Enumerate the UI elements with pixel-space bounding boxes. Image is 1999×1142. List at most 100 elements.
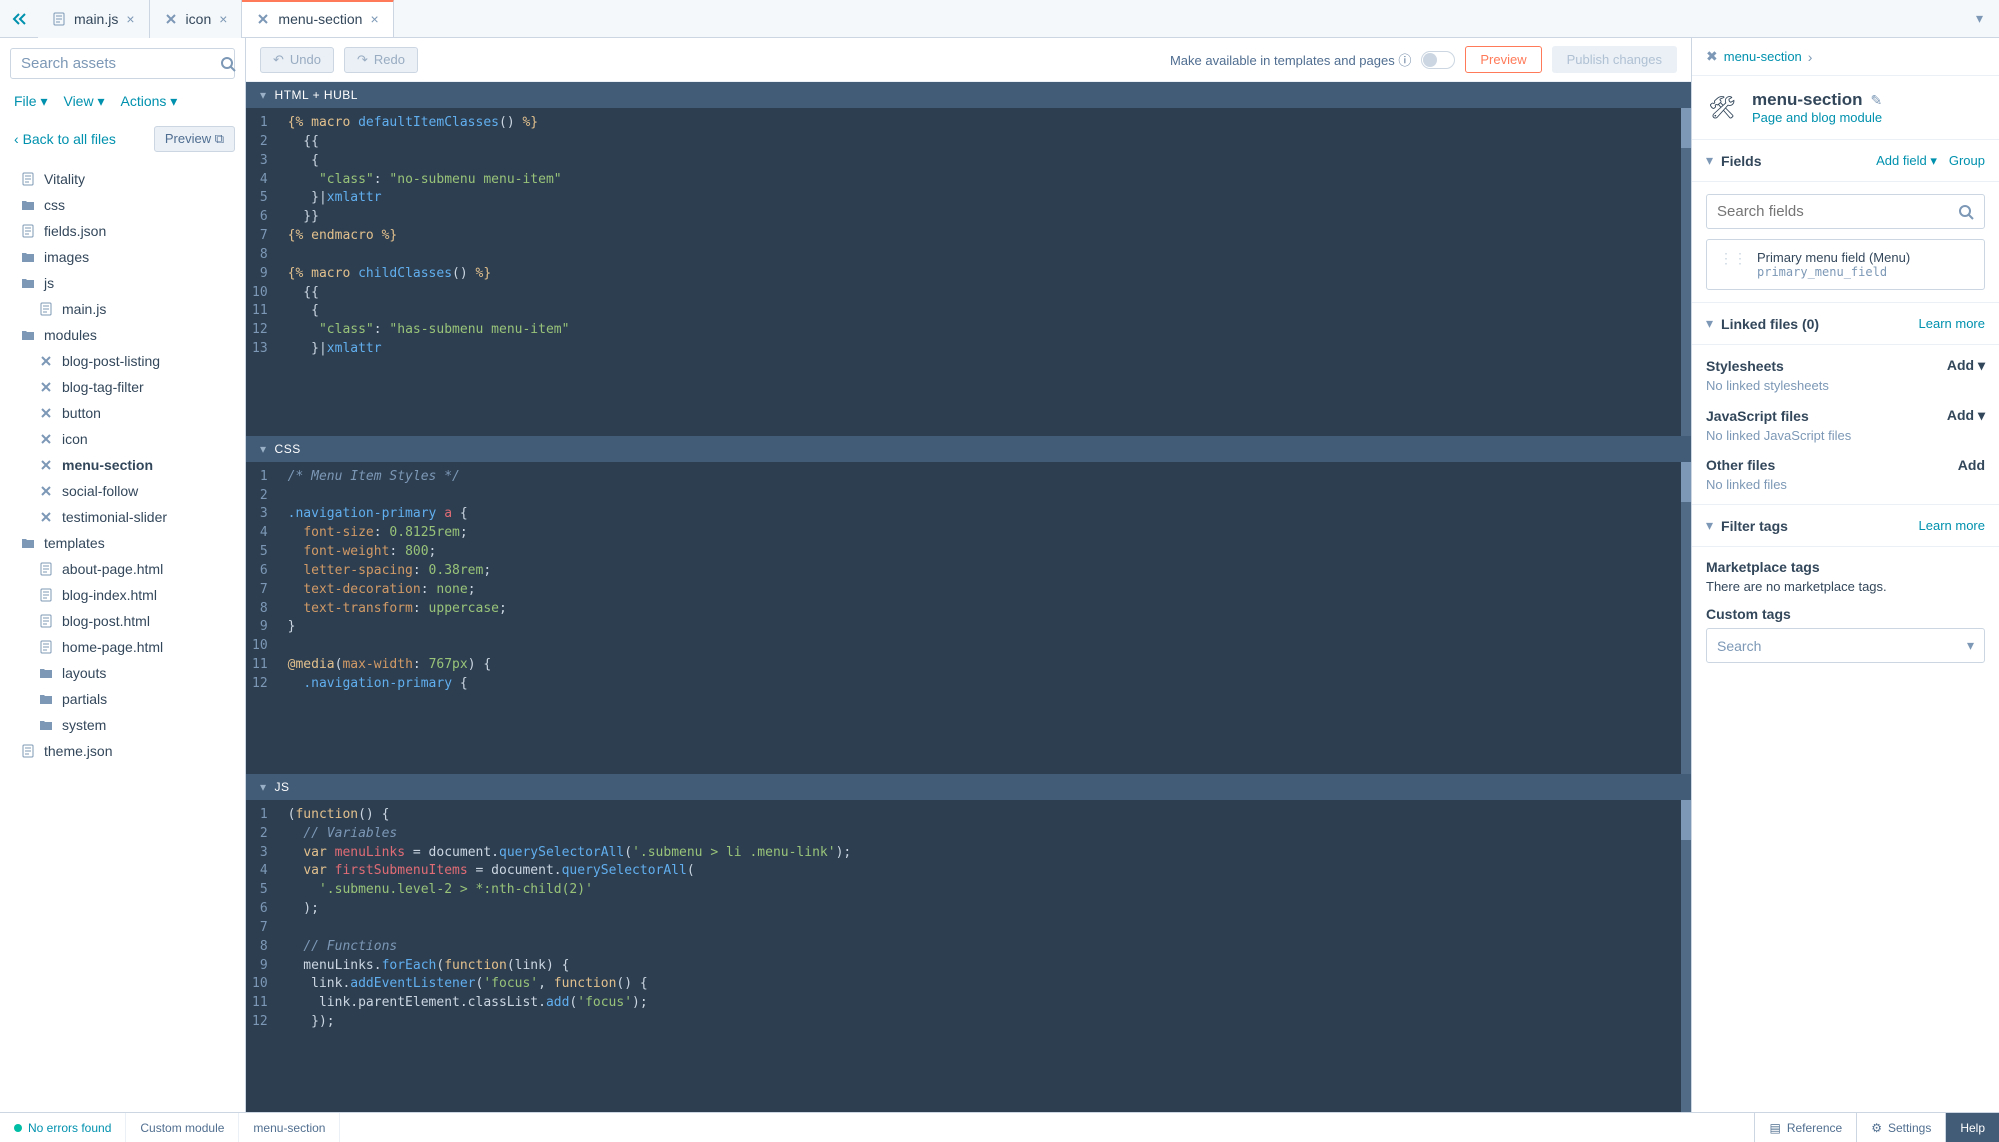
learn-more-link[interactable]: Learn more xyxy=(1919,518,1985,533)
tree-item-blog-post-html[interactable]: blog-post.html xyxy=(0,608,245,634)
module-subtitle-link[interactable]: Page and blog module xyxy=(1752,110,1985,125)
drag-handle-icon[interactable]: ⋮⋮ xyxy=(1719,250,1747,267)
file-menu[interactable]: File ▾ xyxy=(14,93,47,110)
editor-toolbar: ↶ Undo ↷ Redo Make available in template… xyxy=(246,38,1691,82)
module-icon: ✖ xyxy=(1706,48,1718,65)
tab-label: main.js xyxy=(74,11,118,27)
page-icon xyxy=(38,588,54,602)
tree-item-images[interactable]: images xyxy=(0,244,245,270)
learn-more-link[interactable]: Learn more xyxy=(1919,316,1985,331)
scrollbar[interactable] xyxy=(1681,462,1691,774)
tree-item-templates[interactable]: templates xyxy=(0,530,245,556)
chevron-down-icon: ▾ xyxy=(1706,517,1713,534)
scrollbar[interactable] xyxy=(1681,800,1691,1112)
css-pane-header[interactable]: ▾CSS xyxy=(246,436,1691,462)
add-other[interactable]: Add xyxy=(1958,457,1985,473)
tree-item-blog-index-html[interactable]: blog-index.html xyxy=(0,582,245,608)
tree-item-blog-post-listing[interactable]: blog-post-listing xyxy=(0,348,245,374)
tree-item-layouts[interactable]: layouts xyxy=(0,660,245,686)
breadcrumb-item[interactable]: menu-section xyxy=(1724,49,1802,64)
tree-item-label: main.js xyxy=(62,301,106,317)
tabs-more-button[interactable]: ▾ xyxy=(1960,10,1999,27)
tree-item-label: layouts xyxy=(62,665,106,681)
undo-button[interactable]: ↶ Undo xyxy=(260,47,334,73)
tree-item-about-page-html[interactable]: about-page.html xyxy=(0,556,245,582)
tab-icon[interactable]: icon × xyxy=(150,0,243,38)
page-icon xyxy=(20,744,36,758)
page-icon xyxy=(52,12,66,26)
tree-item-social-follow[interactable]: social-follow xyxy=(0,478,245,504)
tree-item-label: button xyxy=(62,405,101,421)
tree-item-Vitality[interactable]: Vitality xyxy=(0,166,245,192)
tree-item-js[interactable]: js xyxy=(0,270,245,296)
search-fields-input[interactable] xyxy=(1706,194,1985,229)
tree-item-modules[interactable]: modules xyxy=(0,322,245,348)
add-js[interactable]: Add ▾ xyxy=(1947,407,1985,424)
field-card[interactable]: ⋮⋮ Primary menu field (Menu) primary_men… xyxy=(1706,239,1985,290)
html-code-editor[interactable]: 12345678910111213 {% macro defaultItemCl… xyxy=(246,108,1691,436)
js-code-editor[interactable]: 123456789101112 (function() { // Variabl… xyxy=(246,800,1691,1112)
chevron-down-icon: ▾ xyxy=(1706,152,1713,169)
js-pane-header[interactable]: ▾JS xyxy=(246,774,1691,800)
tree-item-icon[interactable]: icon xyxy=(0,426,245,452)
module-title: menu-section xyxy=(1752,90,1863,110)
css-code-editor[interactable]: 123456789101112 /* Menu Item Styles */ .… xyxy=(246,462,1691,774)
tree-item-blog-tag-filter[interactable]: blog-tag-filter xyxy=(0,374,245,400)
settings-button[interactable]: ⚙ Settings xyxy=(1856,1113,1945,1142)
stylesheets-label: Stylesheets xyxy=(1706,358,1784,374)
html-pane-header[interactable]: ▾HTML + HUBL xyxy=(246,82,1691,108)
collapse-sidebar-button[interactable] xyxy=(0,11,38,27)
close-icon[interactable]: × xyxy=(126,11,134,27)
actions-menu[interactable]: Actions ▾ xyxy=(121,93,178,110)
reference-button[interactable]: ▤ Reference xyxy=(1754,1113,1856,1142)
tree-item-label: blog-tag-filter xyxy=(62,379,144,395)
custom-tags-search[interactable]: Search ▾ xyxy=(1706,628,1985,663)
redo-button[interactable]: ↷ Redo xyxy=(344,47,418,73)
module-name-status: menu-section xyxy=(239,1113,340,1142)
tree-item-fields-json[interactable]: fields.json xyxy=(0,218,245,244)
tab-menu-section[interactable]: menu-section× xyxy=(242,0,393,37)
tree-item-label: css xyxy=(44,197,65,213)
tree-item-testimonial-slider[interactable]: testimonial-slider xyxy=(0,504,245,530)
marketplace-tags-label: Marketplace tags xyxy=(1706,559,1985,575)
folder-icon xyxy=(20,328,36,342)
tree-item-label: js xyxy=(44,275,54,291)
module-icon xyxy=(38,458,54,472)
chevron-down-icon: ▾ xyxy=(260,780,267,794)
available-toggle[interactable] xyxy=(1421,51,1455,69)
search-assets-input[interactable] xyxy=(10,48,235,79)
tab-label: icon xyxy=(186,11,212,27)
errors-status[interactable]: No errors found xyxy=(0,1113,126,1142)
tree-item-partials[interactable]: partials xyxy=(0,686,245,712)
tree-item-theme-json[interactable]: theme.json xyxy=(0,738,245,764)
close-icon[interactable]: × xyxy=(370,11,378,27)
sidebar-preview-button[interactable]: Preview ⧉ xyxy=(154,126,235,152)
tab-main-js[interactable]: main.js × xyxy=(38,0,150,38)
help-button[interactable]: Help xyxy=(1945,1113,1999,1142)
tree-item-menu-section[interactable]: menu-section xyxy=(0,452,245,478)
page-icon xyxy=(20,172,36,186)
tree-item-main-js[interactable]: main.js xyxy=(0,296,245,322)
add-field-button[interactable]: Add field ▾ xyxy=(1876,153,1937,169)
search-icon xyxy=(220,56,236,72)
tabs-bar: main.js×icon×menu-section× ▾ xyxy=(0,0,1999,38)
tree-item-label: blog-post-listing xyxy=(62,353,160,369)
tree-item-button[interactable]: button xyxy=(0,400,245,426)
module-icon xyxy=(38,406,54,420)
preview-button[interactable]: Preview xyxy=(1465,46,1541,73)
editor-area: ↶ Undo ↷ Redo Make available in template… xyxy=(246,38,1691,1112)
tree-item-label: social-follow xyxy=(62,483,138,499)
group-button[interactable]: Group xyxy=(1949,153,1985,169)
add-stylesheet[interactable]: Add ▾ xyxy=(1947,357,1985,374)
tree-item-home-page-html[interactable]: home-page.html xyxy=(0,634,245,660)
scrollbar[interactable] xyxy=(1681,108,1691,436)
tree-item-system[interactable]: system xyxy=(0,712,245,738)
publish-button[interactable]: Publish changes xyxy=(1552,46,1677,73)
close-icon[interactable]: × xyxy=(219,11,227,27)
folder-icon xyxy=(38,666,54,680)
tree-item-label: blog-post.html xyxy=(62,613,150,629)
back-to-files-link[interactable]: ‹ Back to all files xyxy=(14,131,116,147)
view-menu[interactable]: View ▾ xyxy=(63,93,104,110)
edit-title-button[interactable]: ✎ xyxy=(1871,92,1883,109)
tree-item-css[interactable]: css xyxy=(0,192,245,218)
